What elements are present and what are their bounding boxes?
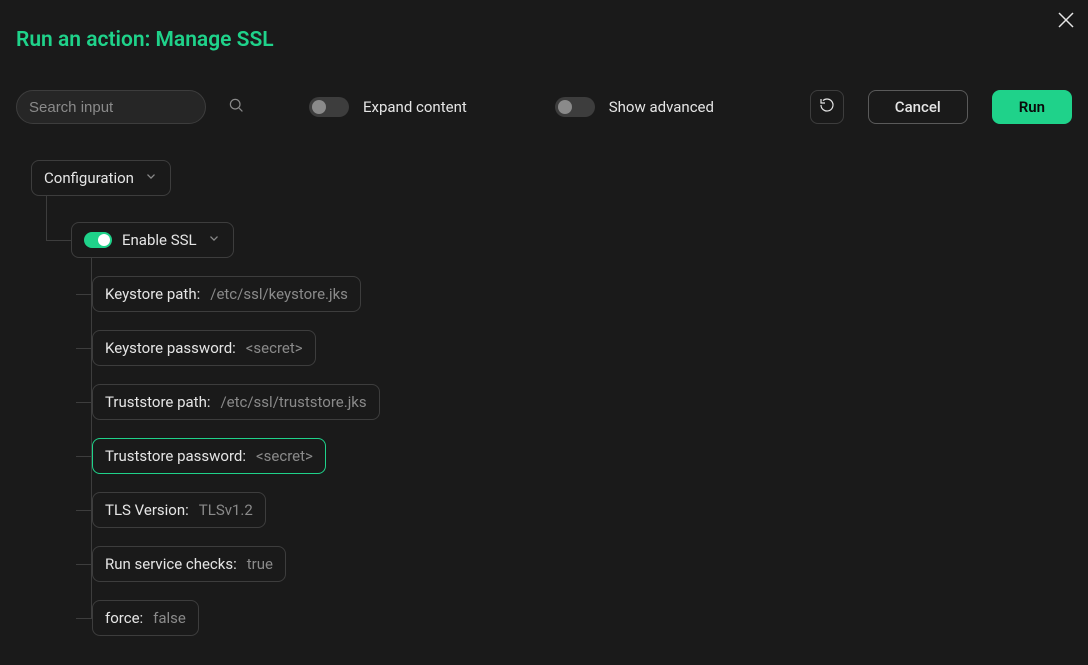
close-icon[interactable] (1056, 10, 1076, 30)
rotate-ccw-icon (819, 97, 835, 117)
config-field-label: force: (105, 609, 143, 627)
toggle-expand-content[interactable] (309, 97, 349, 117)
config-field-row: Truststore path: /etc/ssl/truststore.jks (92, 384, 1072, 420)
config-field-label: TLS Version: (105, 501, 189, 519)
toggle-expand-label: Expand content (363, 98, 467, 116)
reset-button[interactable] (810, 90, 844, 124)
config-field-label: Truststore path: (105, 393, 210, 411)
config-field[interactable]: Run service checks: true (92, 546, 286, 582)
search-icon (228, 97, 244, 117)
tree-node-label: Enable SSL (122, 231, 197, 249)
config-field-value: TLSv1.2 (199, 501, 253, 519)
chevron-down-icon (144, 169, 158, 187)
config-field-row: TLS Version: TLSv1.2 (92, 492, 1072, 528)
search-input[interactable] (29, 99, 228, 116)
leaf-stack: Keystore path:/etc/ssl/keystore.jksKeyst… (92, 276, 1072, 636)
config-field[interactable]: TLS Version: TLSv1.2 (92, 492, 266, 528)
config-field[interactable]: Truststore password: <secret> (92, 438, 326, 474)
toolbar: Expand content Show advanced Cancel Run (0, 90, 1088, 124)
search-field-wrap[interactable] (16, 90, 206, 124)
config-field-value: /etc/ssl/truststore.jks (220, 393, 366, 411)
config-field-value: /etc/ssl/keystore.jks (210, 285, 348, 303)
config-field-value: <secret> (246, 339, 303, 357)
config-field-label: Truststore password: (105, 447, 246, 465)
tree-node-enable-ssl[interactable]: Enable SSL (71, 222, 234, 258)
config-field-row: Run service checks: true (92, 546, 1072, 582)
toggle-enable-ssl[interactable] (84, 232, 112, 248)
config-tree: Configuration Enable SSL Keystore path (0, 124, 1088, 652)
page-title: Run an action: Manage SSL (0, 0, 1088, 52)
modal-run-action: Run an action: Manage SSL Expand content… (0, 0, 1088, 665)
config-field[interactable]: Keystore password: <secret> (92, 330, 316, 366)
config-field-label: Keystore path: (105, 285, 200, 303)
config-field[interactable]: Truststore path: /etc/ssl/truststore.jks (92, 384, 380, 420)
config-field-row: Truststore password: <secret> (92, 438, 1072, 474)
config-field-row: Keystore path: /etc/ssl/keystore.jks (92, 276, 1072, 312)
config-field-label: Keystore password: (105, 339, 236, 357)
toggle-advanced-label: Show advanced (609, 98, 714, 116)
toggle-show-advanced-group: Show advanced (555, 97, 714, 117)
config-field-row: force: false (92, 600, 1072, 636)
config-field[interactable]: force: false (92, 600, 199, 636)
toggle-show-advanced[interactable] (555, 97, 595, 117)
config-field-value: true (247, 555, 273, 573)
chevron-down-icon (207, 231, 221, 249)
config-field-value: false (153, 609, 186, 627)
config-field-value: <secret> (256, 447, 313, 465)
config-field[interactable]: Keystore path: /etc/ssl/keystore.jks (92, 276, 361, 312)
tree-node-label: Configuration (44, 169, 134, 187)
cancel-button[interactable]: Cancel (868, 90, 968, 124)
toggle-expand-content-group: Expand content (309, 97, 467, 117)
config-field-row: Keystore password: <secret> (92, 330, 1072, 366)
config-field-label: Run service checks: (105, 555, 237, 573)
run-button[interactable]: Run (992, 90, 1072, 124)
tree-node-configuration[interactable]: Configuration (31, 160, 171, 196)
